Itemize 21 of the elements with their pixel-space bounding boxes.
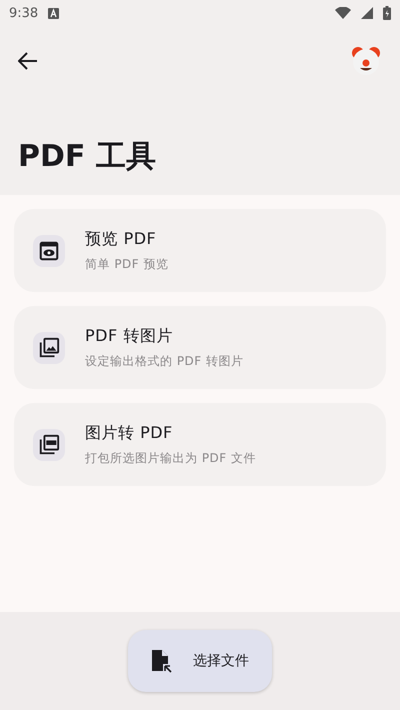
tool-title: 预览 PDF xyxy=(85,228,158,250)
eye-window-icon xyxy=(33,234,65,266)
tool-card[interactable]: 预览 PDF 简单 PDF 预览 xyxy=(14,209,386,292)
page-title: PDF 工具 xyxy=(17,138,157,176)
status-time: 9:38 xyxy=(9,6,38,20)
document-stack-icon xyxy=(33,428,65,460)
file-icon xyxy=(151,649,173,673)
keyboard-icon xyxy=(48,8,60,18)
select-file-button[interactable]: 选择文件 xyxy=(128,630,272,692)
back-arrow-icon[interactable] xyxy=(18,52,38,70)
image-stack-icon xyxy=(33,332,65,364)
tool-card[interactable]: 图片转 PDF 打包所选图片输出为 PDF 文件 xyxy=(14,403,386,486)
wifi-icon xyxy=(335,7,351,19)
signal-icon xyxy=(361,7,373,19)
tool-card[interactable]: PDF 转图片 设定输出格式的 PDF 转图片 xyxy=(14,306,386,389)
tool-description: 设定输出格式的 PDF 转图片 xyxy=(85,352,244,370)
tool-description: 简单 PDF 预览 xyxy=(85,256,169,272)
tool-title: PDF 转图片 xyxy=(85,326,174,346)
tool-description: 打包所选图片输出为 PDF 文件 xyxy=(85,450,256,466)
tool-title: 图片转 PDF xyxy=(85,422,174,444)
battery-icon xyxy=(383,6,391,20)
